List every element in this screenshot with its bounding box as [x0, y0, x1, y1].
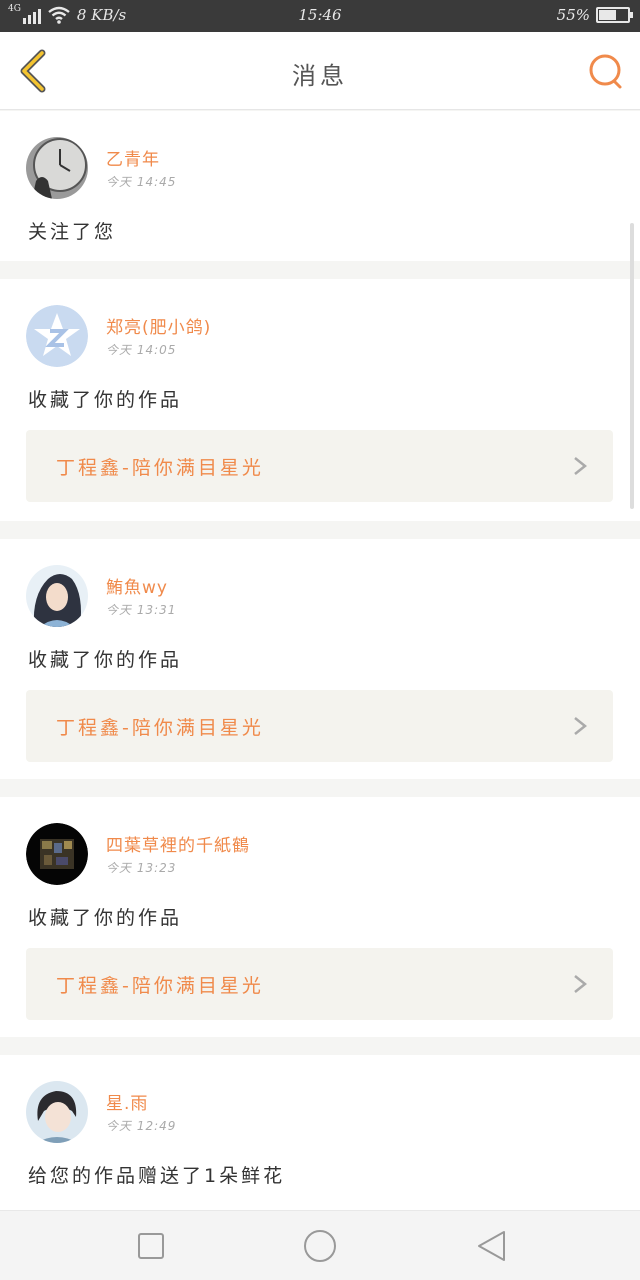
notification-message: 收藏了你的作品 [28, 389, 183, 411]
notification-card[interactable]: 郑亮(肥小鸽) 今天 14:05 收藏了你的作品 丁程鑫-陪你满目星光 [0, 279, 640, 521]
work-title: 丁程鑫-陪你满目星光 [56, 975, 264, 997]
chevron-right-icon [574, 975, 587, 993]
clock: 15:46 [298, 6, 342, 24]
work-title: 丁程鑫-陪你满目星光 [56, 457, 264, 479]
work-title: 丁程鑫-陪你满目星光 [56, 717, 264, 739]
work-link[interactable]: 丁程鑫-陪你满目星光 [26, 430, 613, 502]
avatar[interactable] [26, 305, 88, 367]
notification-card[interactable]: 四葉草裡的千紙鶴 今天 13:23 收藏了你的作品 丁程鑫-陪你满目星光 [0, 797, 640, 1037]
work-link[interactable]: 丁程鑫-陪你满目星光 [26, 948, 613, 1020]
status-bar: 4G 8 KB/s 15:46 55% [0, 0, 640, 32]
username[interactable]: 乙青年 [106, 145, 160, 170]
username[interactable]: 星.雨 [106, 1089, 148, 1114]
notification-list: 乙青年 今天 14:45 关注了您 郑亮(肥小鸽) 今天 14:05 收藏了你的… [0, 111, 640, 1210]
notification-message: 收藏了你的作品 [28, 649, 183, 671]
recent-apps-icon[interactable] [134, 1229, 168, 1263]
timestamp: 今天 14:45 [106, 175, 177, 189]
username[interactable]: 鮪魚wy [106, 573, 168, 598]
avatar[interactable] [26, 1081, 88, 1143]
notification-message: 给您的作品赠送了1朵鲜花 [28, 1165, 286, 1187]
work-link[interactable]: 丁程鑫-陪你满目星光 [26, 690, 613, 762]
avatar[interactable] [26, 565, 88, 627]
back-icon[interactable] [474, 1229, 508, 1263]
avatar[interactable] [26, 137, 88, 199]
home-icon[interactable] [303, 1229, 337, 1263]
chevron-right-icon [574, 717, 587, 735]
notification-message: 收藏了你的作品 [28, 907, 183, 929]
username[interactable]: 四葉草裡的千紙鶴 [106, 831, 250, 856]
notification-card[interactable]: 鮪魚wy 今天 13:31 收藏了你的作品 丁程鑫-陪你满目星光 [0, 539, 640, 779]
page-title: 消息 [292, 62, 348, 90]
timestamp: 今天 13:31 [106, 603, 177, 617]
timestamp: 今天 14:05 [106, 343, 177, 357]
search-icon[interactable] [586, 51, 626, 91]
avatar[interactable] [26, 823, 88, 885]
timestamp: 今天 13:23 [106, 861, 177, 875]
timestamp: 今天 12:49 [106, 1119, 177, 1133]
system-nav-bar [0, 1210, 640, 1280]
battery-percent: 55% [556, 6, 590, 24]
notification-card[interactable]: 星.雨 今天 12:49 给您的作品赠送了1朵鲜花 [0, 1055, 640, 1210]
notification-card[interactable]: 乙青年 今天 14:45 关注了您 [0, 111, 640, 261]
status-right: 55% [556, 6, 633, 24]
username[interactable]: 郑亮(肥小鸽) [106, 313, 211, 338]
scrollbar[interactable] [630, 223, 634, 509]
battery-icon [596, 7, 633, 23]
notification-message: 关注了您 [28, 221, 117, 243]
chevron-right-icon [574, 457, 587, 475]
header: 消息 [0, 32, 640, 110]
